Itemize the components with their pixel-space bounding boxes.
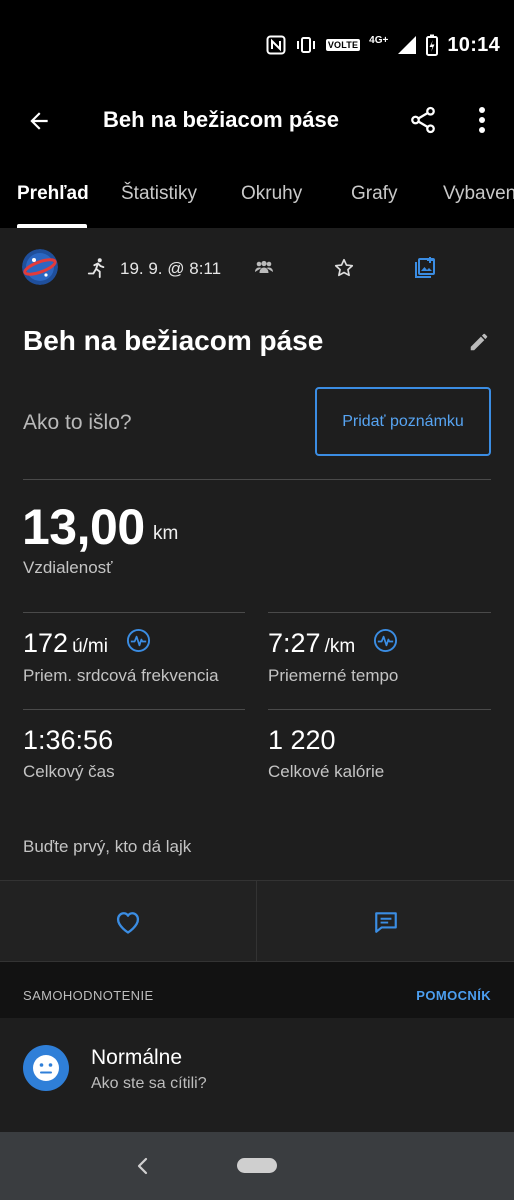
more-vert-icon bbox=[479, 107, 485, 133]
tab-gear[interactable]: Vybavenie bbox=[443, 183, 514, 205]
running-icon bbox=[86, 257, 108, 284]
pace-chart-icon[interactable] bbox=[373, 628, 398, 658]
heart-rate-chart-icon[interactable] bbox=[126, 628, 151, 658]
pace-value: 7:27 bbox=[268, 628, 321, 658]
comment-button[interactable] bbox=[257, 881, 514, 963]
activity-date: 19. 9. @ 8:11 bbox=[120, 259, 222, 278]
signal-icon bbox=[397, 35, 417, 55]
helper-link[interactable]: POMOCNÍK bbox=[416, 988, 491, 1003]
heart-outline-icon bbox=[116, 912, 140, 934]
people-icon bbox=[254, 260, 274, 279]
activity-overview: 19. 9. @ 8:11 Beh na bežiacom páse Ako t… bbox=[0, 228, 514, 1132]
feeling-question: Ako ste sa cítili? bbox=[91, 1075, 207, 1092]
battery-charging-icon bbox=[426, 34, 439, 56]
star-outline-icon[interactable] bbox=[333, 257, 355, 284]
pace-unit: /km bbox=[324, 636, 356, 657]
lte-icon: 4G+ bbox=[369, 35, 389, 46]
heart-rate-value: 172 bbox=[23, 628, 69, 658]
divider bbox=[23, 479, 491, 480]
tab-statistics[interactable]: Štatistiky bbox=[121, 183, 197, 205]
avatar[interactable] bbox=[22, 249, 58, 285]
how-did-it-go-label: Ako to išlo? bbox=[23, 411, 132, 434]
divider bbox=[268, 612, 491, 613]
heart-rate-value-group: 172 ú/mi bbox=[23, 628, 108, 659]
activity-title: Beh na bežiacom páse bbox=[23, 325, 324, 356]
add-note-button[interactable]: Pridať poznámku bbox=[315, 387, 491, 456]
distance-label: Vzdialenosť bbox=[23, 558, 113, 577]
volte-icon: VOLTE bbox=[325, 39, 361, 51]
activity-meta-row: 19. 9. @ 8:11 bbox=[0, 228, 514, 308]
comment-icon bbox=[374, 912, 397, 933]
nfc-icon bbox=[266, 35, 286, 55]
back-arrow-icon bbox=[30, 112, 48, 130]
page-title: Beh na bežiacom páse bbox=[103, 107, 339, 132]
total-time-label: Celkový čas bbox=[23, 762, 115, 781]
divider bbox=[23, 709, 245, 710]
divider bbox=[268, 709, 491, 710]
like-button[interactable] bbox=[0, 881, 256, 963]
status-icons: VOLTE 4G+ 10:14 bbox=[266, 32, 500, 58]
share-icon bbox=[411, 106, 435, 134]
neutral-face-icon bbox=[23, 1045, 69, 1091]
tab-bar: Prehľad Štatistiky Okruhy Grafy Vybaveni… bbox=[0, 150, 514, 228]
nav-home-pill[interactable] bbox=[237, 1158, 277, 1173]
social-actions-row bbox=[0, 880, 514, 963]
calories-label: Celkové kalórie bbox=[268, 762, 385, 781]
total-time-value: 1:36:56 bbox=[23, 725, 114, 755]
chevron-left-icon bbox=[137, 1157, 148, 1175]
share-button[interactable] bbox=[405, 102, 441, 138]
vibrate-icon bbox=[295, 36, 317, 54]
tab-charts[interactable]: Grafy bbox=[351, 183, 397, 205]
tab-laps[interactable]: Okruhy bbox=[241, 183, 302, 205]
tab-overview[interactable]: Prehľad bbox=[17, 183, 89, 205]
status-bar: VOLTE 4G+ 10:14 bbox=[0, 0, 514, 90]
back-button[interactable] bbox=[22, 104, 56, 138]
feeling-value: Normálne bbox=[91, 1046, 183, 1069]
nav-back-button[interactable] bbox=[131, 1154, 153, 1178]
calories-value: 1 220 bbox=[268, 725, 336, 755]
pace-label: Priemerné tempo bbox=[268, 666, 399, 685]
be-first-to-like-text: Buďte prvý, kto dá lajk bbox=[23, 837, 192, 856]
edit-pencil-icon[interactable] bbox=[468, 331, 490, 358]
app-bar: Beh na bežiacom páse bbox=[0, 90, 514, 150]
system-nav-bar bbox=[0, 1132, 514, 1200]
clock: 10:14 bbox=[447, 33, 500, 56]
more-options-button[interactable] bbox=[466, 102, 498, 138]
feeling-row[interactable]: Normálne Ako ste sa cítili? bbox=[0, 1018, 514, 1132]
heart-rate-unit: ú/mi bbox=[72, 636, 108, 657]
pace-value-group: 7:27/km bbox=[268, 628, 355, 659]
distance-unit: km bbox=[153, 523, 179, 544]
divider bbox=[23, 612, 245, 613]
distance-value: 13,00 bbox=[22, 499, 145, 555]
self-evaluation-title: SAMOHODNOTENIE bbox=[23, 988, 154, 1003]
self-evaluation-header: SAMOHODNOTENIE POMOCNÍK bbox=[0, 962, 514, 1018]
heart-rate-label: Priem. srdcová frekvencia bbox=[23, 666, 219, 685]
add-photo-icon[interactable] bbox=[413, 256, 437, 285]
